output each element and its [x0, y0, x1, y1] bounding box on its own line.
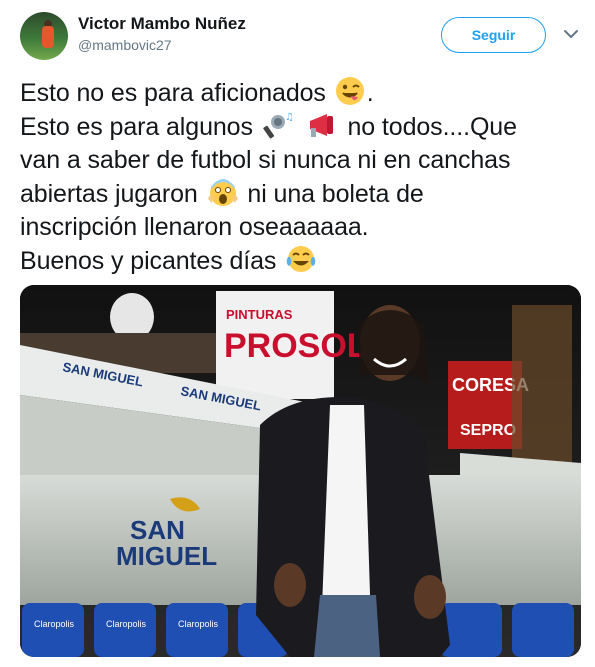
banner-pinturas-text: PINTURAS: [226, 307, 293, 322]
tweet-text-segment: Esto es para algunos: [20, 113, 253, 141]
tweet-line-4: abiertas jugaron ni una boleta de: [20, 177, 575, 211]
tweet-line-6: Buenos y picantes días: [20, 244, 575, 278]
photo-illustration: PINTURAS PROSOL CORESA SEPRO SAN MIGUEL …: [20, 285, 581, 657]
screaming-face-emoji-icon: [207, 179, 238, 206]
avatar-player-body: [42, 26, 54, 48]
avatar[interactable]: [20, 12, 68, 60]
tweet-text-segment: no todos....Que: [347, 113, 517, 141]
banner-sepro-text: SEPRO: [460, 422, 516, 439]
tweet-line-1: Esto no es para aficionados .: [20, 76, 575, 110]
tweet-text: Esto no es para aficionados . Esto es pa…: [20, 76, 575, 278]
svg-text:Claropolis: Claropolis: [34, 619, 75, 629]
banner-prosol-text: PROSOL: [224, 327, 368, 365]
tweet-text-segment: ni una boleta de: [247, 180, 424, 208]
tweet-text-segment: .: [366, 79, 374, 107]
author-handle[interactable]: @mambovic27: [78, 37, 172, 53]
svg-text:Claropolis: Claropolis: [178, 619, 219, 629]
tweet-header: Victor Mambo Nuñez @mambovic27 Seguir: [0, 0, 595, 70]
svg-text:♫: ♫: [285, 112, 294, 123]
winking-face-tongue-emoji-icon: [335, 77, 364, 105]
tweet-photo[interactable]: PINTURAS PROSOL CORESA SEPRO SAN MIGUEL …: [20, 285, 581, 657]
microphone-music-emoji-icon: ♫: [263, 112, 294, 139]
megaphone-emoji-icon: [309, 114, 333, 137]
tears-of-joy-emoji-icon: [286, 246, 316, 272]
chevron-down-icon[interactable]: [563, 28, 579, 40]
follow-button[interactable]: Seguir: [441, 17, 546, 53]
author-display-name[interactable]: Victor Mambo Nuñez: [78, 14, 246, 34]
tweet-line-5: inscripción llenaron oseaaaaaa.: [20, 213, 369, 241]
tweet-text-segment: Buenos y picantes días: [20, 247, 277, 275]
svg-text:Claropolis: Claropolis: [106, 619, 147, 629]
tweet-line-2: Esto es para algunos ♫ no todos....Que: [20, 110, 575, 144]
tweet-text-segment: abiertas jugaron: [20, 180, 198, 208]
tweet-line-3: van a saber de futbol si nunca ni en can…: [20, 146, 511, 174]
tweet-text-segment: Esto no es para aficionados: [20, 79, 326, 107]
svg-text:MIGUEL: MIGUEL: [116, 541, 217, 571]
